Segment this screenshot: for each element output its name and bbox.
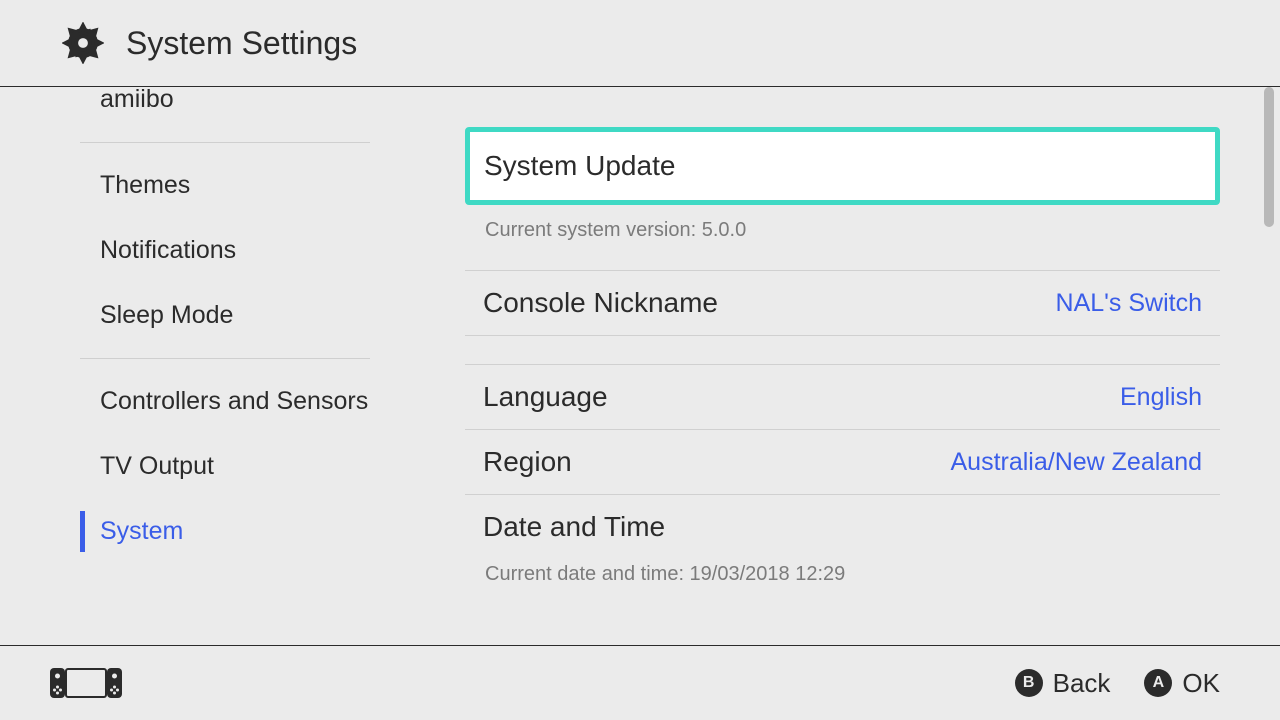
- sidebar: amiibo Themes Notifications Sleep Mode C…: [0, 87, 410, 645]
- sidebar-item-notifications[interactable]: Notifications: [0, 218, 410, 283]
- gear-icon: [62, 22, 104, 64]
- sidebar-item-label: Notifications: [100, 236, 236, 264]
- back-button[interactable]: B Back: [1015, 668, 1111, 699]
- sidebar-item-label: Sleep Mode: [100, 301, 233, 329]
- scrollbar[interactable]: [1264, 87, 1274, 227]
- row-label: Date and Time: [483, 511, 665, 543]
- sidebar-item-label: Themes: [100, 171, 190, 199]
- row-date-time[interactable]: Date and Time: [465, 495, 1220, 559]
- sidebar-item-system[interactable]: System: [0, 499, 410, 564]
- row-label: System Update: [484, 150, 675, 182]
- back-label: Back: [1053, 668, 1111, 699]
- row-region[interactable]: Region Australia/New Zealand: [465, 430, 1220, 495]
- row-label: Console Nickname: [483, 287, 718, 319]
- sidebar-item-label: System: [100, 517, 183, 545]
- main-panel: System Update Current system version: 5.…: [410, 87, 1280, 645]
- sidebar-divider: [80, 142, 370, 143]
- header: System Settings: [0, 0, 1280, 87]
- sidebar-divider: [80, 358, 370, 359]
- sidebar-item-sleep-mode[interactable]: Sleep Mode: [0, 283, 410, 348]
- system-version-hint: Current system version: 5.0.0: [465, 211, 1220, 270]
- row-label: Language: [483, 381, 608, 413]
- footer-right: B Back A OK: [1015, 668, 1220, 699]
- sidebar-item-label: amiibo: [100, 87, 174, 113]
- sidebar-item-tv-output[interactable]: TV Output: [0, 434, 410, 499]
- row-label: Region: [483, 446, 572, 478]
- sidebar-item-label: Controllers and Sensors: [100, 387, 368, 415]
- row-value: Australia/New Zealand: [950, 448, 1202, 477]
- sidebar-item-amiibo[interactable]: amiibo: [0, 87, 410, 132]
- datetime-hint: Current date and time: 19/03/2018 12:29: [465, 559, 1220, 614]
- footer: B Back A OK: [0, 645, 1280, 720]
- a-button-icon: A: [1144, 669, 1172, 697]
- row-language[interactable]: Language English: [465, 365, 1220, 430]
- row-system-update[interactable]: System Update: [465, 127, 1220, 205]
- ok-button[interactable]: A OK: [1144, 668, 1220, 699]
- b-button-icon: B: [1015, 669, 1043, 697]
- row-console-nickname[interactable]: Console Nickname NAL's Switch: [465, 271, 1220, 336]
- page-title: System Settings: [126, 25, 357, 62]
- row-value: NAL's Switch: [1056, 289, 1202, 318]
- footer-left: [50, 668, 122, 698]
- sidebar-item-controllers[interactable]: Controllers and Sensors: [0, 369, 410, 434]
- row-value: English: [1120, 383, 1202, 412]
- content: amiibo Themes Notifications Sleep Mode C…: [0, 87, 1280, 645]
- sidebar-item-themes[interactable]: Themes: [0, 153, 410, 218]
- sidebar-item-label: TV Output: [100, 452, 214, 480]
- ok-label: OK: [1182, 668, 1220, 699]
- console-icon: [50, 668, 122, 698]
